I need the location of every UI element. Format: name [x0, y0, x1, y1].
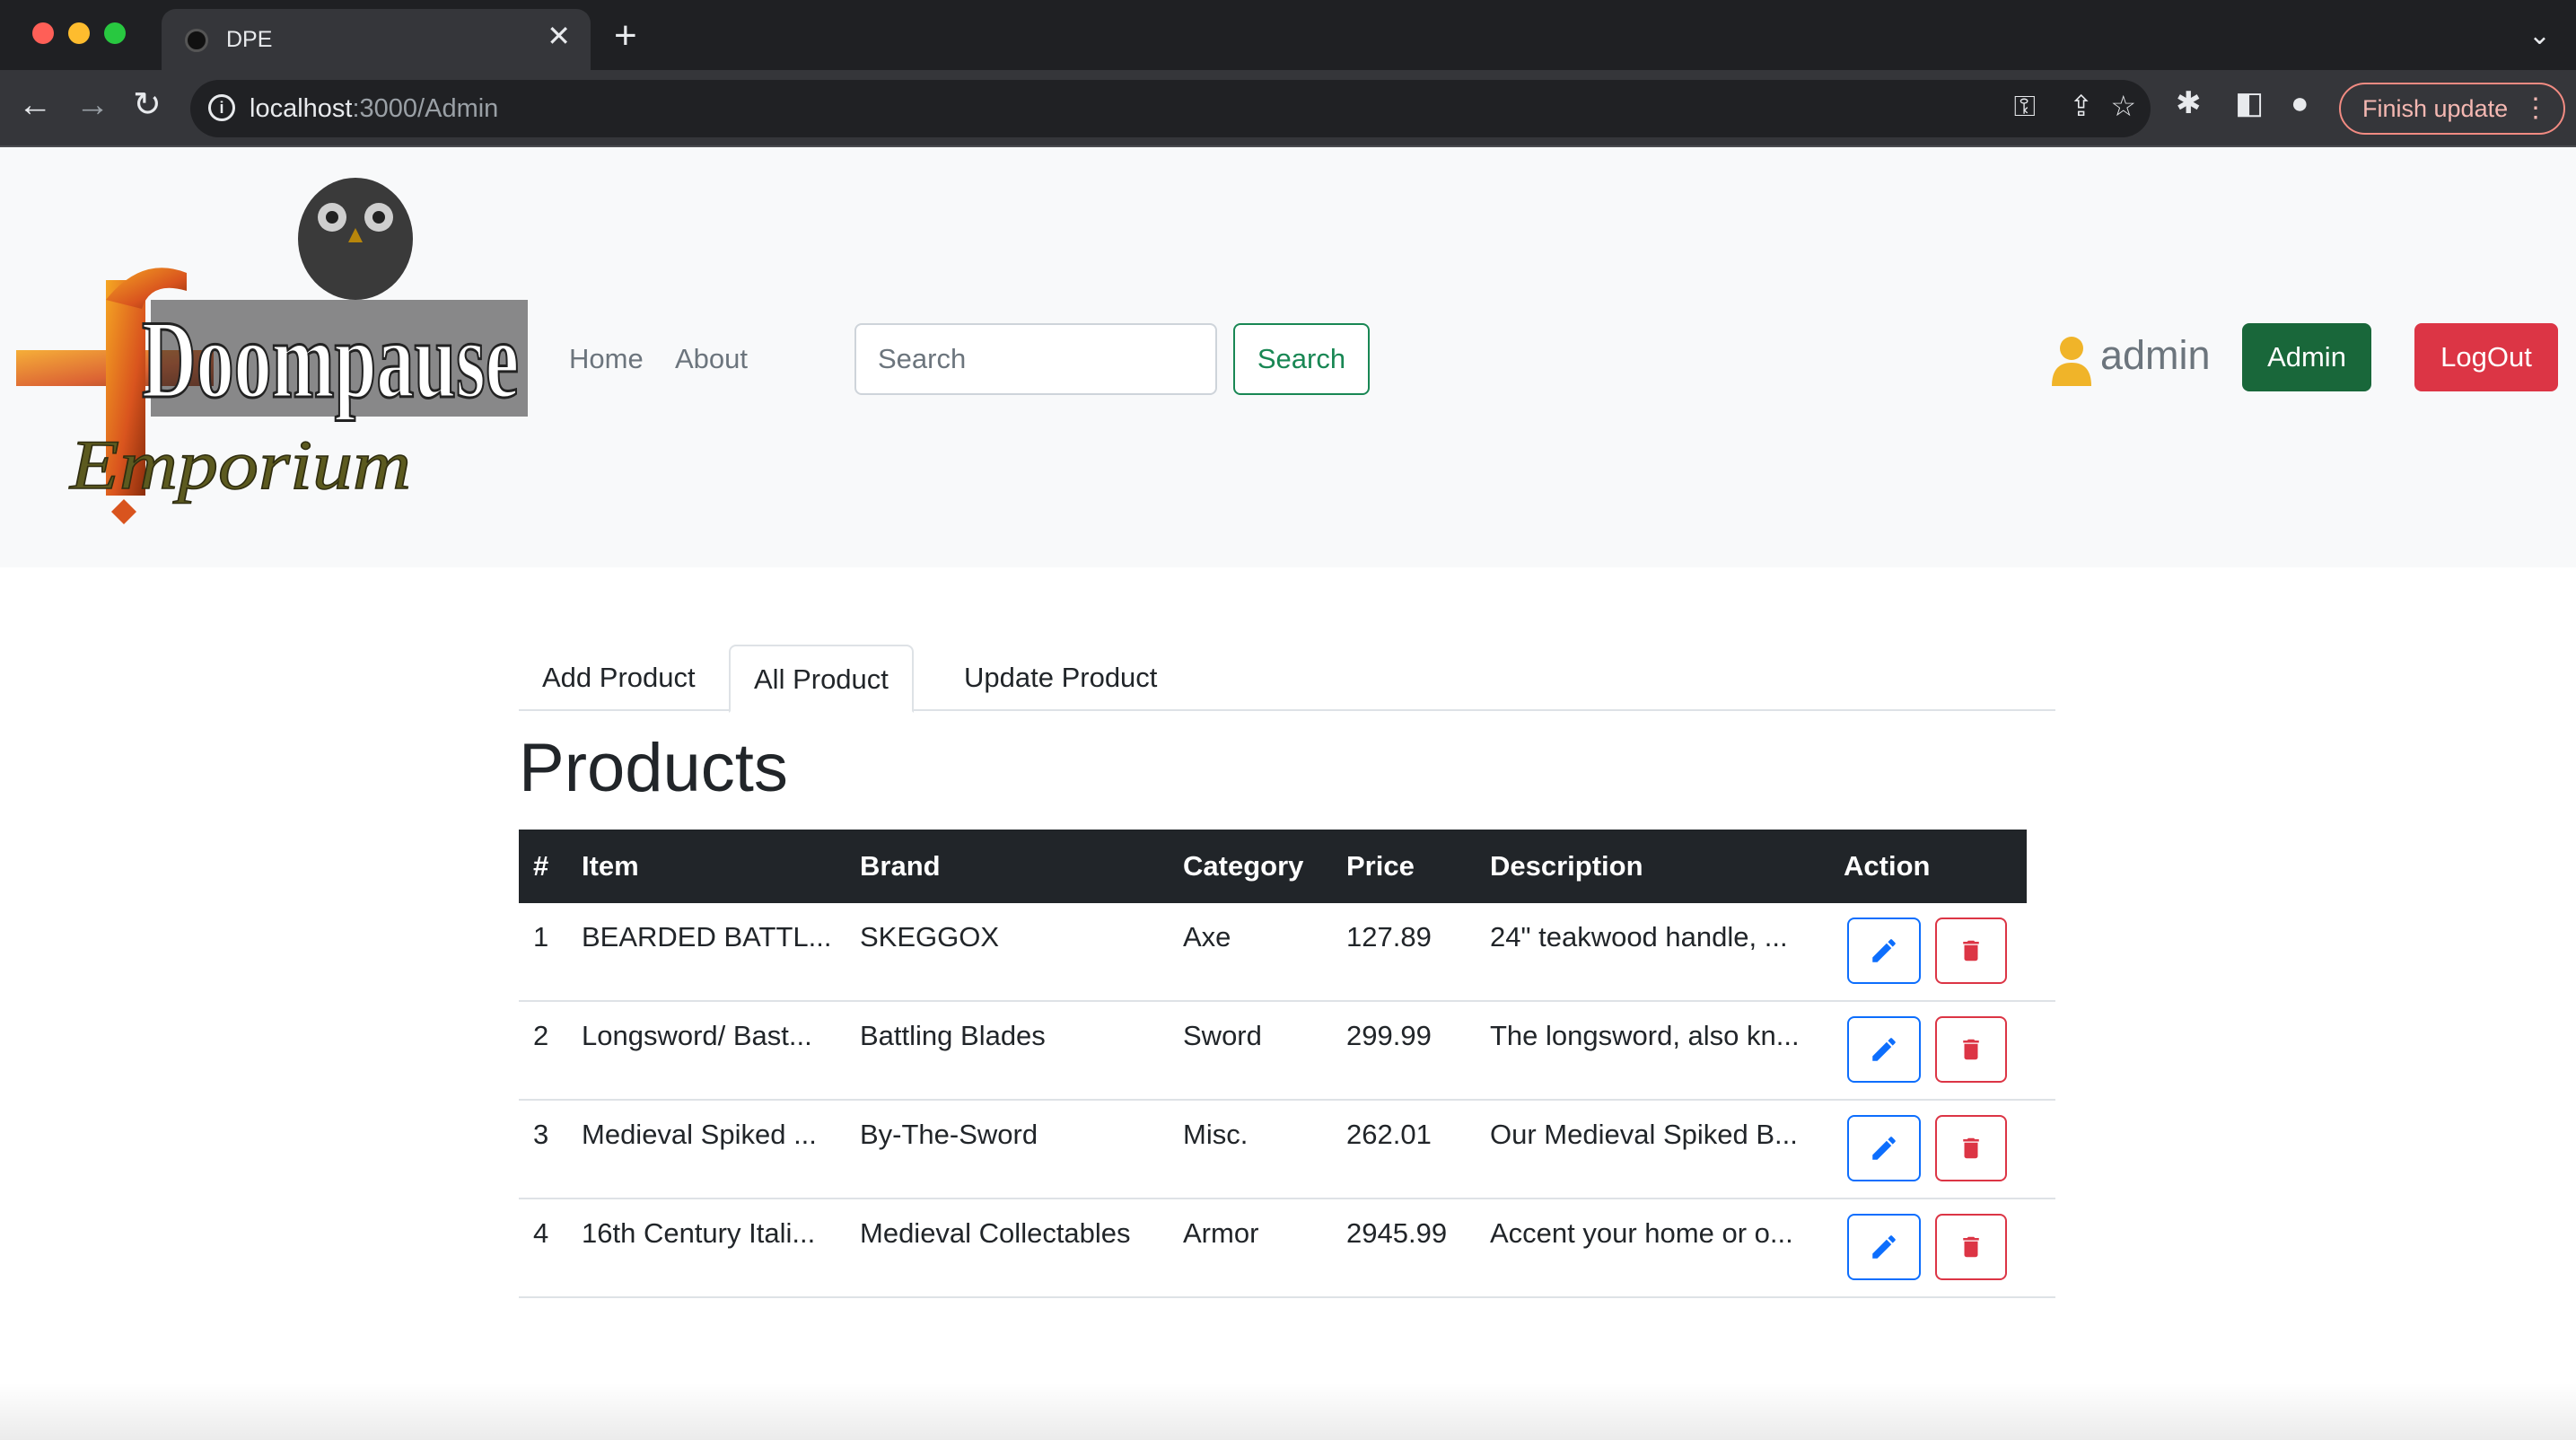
doompause-logo[interactable]: Doompause Emporium: [16, 174, 537, 551]
table-row: 3 Medieval Spiked ... By-The-Sword Misc.…: [519, 1101, 2055, 1199]
trash-icon: [1963, 940, 1979, 961]
cell-num: 2: [533, 1020, 549, 1051]
trash-icon: [1963, 1039, 1979, 1060]
col-header-action: Action: [1844, 850, 1931, 882]
tab-add-product[interactable]: Add Product: [519, 645, 719, 711]
pencil-icon: [1872, 1137, 1896, 1160]
url-host: localhost: [250, 94, 353, 123]
table-row: 1 BEARDED BATTL... SKEGGOX Axe 127.89 24…: [519, 903, 2055, 1002]
reload-icon[interactable]: ↻: [133, 88, 162, 122]
col-header-num: #: [533, 850, 549, 882]
new-tab-icon[interactable]: +: [614, 16, 637, 56]
cell-brand: Battling Blades: [860, 1020, 1046, 1051]
pencil-icon: [1872, 939, 1896, 962]
admin-button[interactable]: Admin: [2242, 323, 2371, 391]
cell-item: Longsword/ Bast...: [582, 1020, 812, 1051]
kebab-menu-icon: ⋮: [2522, 93, 2549, 123]
cell-price: 2945.99: [1346, 1217, 1448, 1249]
search-button[interactable]: Search: [1233, 323, 1370, 395]
profile-icon[interactable]: ●: [2291, 88, 2309, 119]
cell-brand: Medieval Collectables: [860, 1217, 1131, 1249]
forward-arrow-icon[interactable]: →: [75, 88, 110, 122]
cell-brand: SKEGGOX: [860, 921, 1000, 953]
site-navbar: Doompause Emporium Home About Search adm…: [0, 147, 2576, 567]
logo-subtitle: Emporium: [69, 426, 411, 504]
back-arrow-icon[interactable]: ←: [18, 88, 52, 122]
finish-update-button[interactable]: Finish update ⋮: [2339, 83, 2565, 135]
browser-tab-active[interactable]: DPE ✕: [162, 9, 591, 70]
cell-item: BEARDED BATTL...: [582, 921, 832, 953]
cell-num: 4: [533, 1217, 549, 1249]
pencil-icon: [1872, 1235, 1896, 1259]
browser-tab-strip: DPE ✕ + ⌄: [0, 0, 2576, 70]
share-icon[interactable]: ⇪: [2069, 92, 2093, 120]
edit-button[interactable]: [1847, 1016, 1921, 1083]
address-url[interactable]: localhost:3000/Admin: [250, 94, 498, 124]
cell-num: 1: [533, 921, 549, 953]
trash-icon: [1963, 1236, 1979, 1258]
password-key-icon[interactable]: ⚿: [2014, 92, 2036, 120]
logo-title: Doompause: [142, 298, 519, 421]
cell-item: 16th Century Itali...: [582, 1217, 816, 1249]
edit-button[interactable]: [1847, 1115, 1921, 1181]
search-input[interactable]: [854, 323, 1217, 395]
col-header-description: Description: [1490, 850, 1643, 882]
cell-description: The longsword, also kn...: [1490, 1020, 1800, 1051]
col-header-category: Category: [1183, 850, 1304, 882]
site-info-icon[interactable]: i: [208, 94, 235, 121]
logout-button[interactable]: LogOut: [2414, 323, 2558, 391]
table-row: 2 Longsword/ Bast... Battling Blades Swo…: [519, 1002, 2055, 1101]
address-bar[interactable]: i localhost:3000/Admin ⚿ ⇪ ☆: [190, 80, 2151, 137]
delete-button[interactable]: [1935, 1115, 2007, 1181]
page-title: Products: [519, 730, 788, 806]
cell-description: 24" teakwood handle, ...: [1490, 921, 1788, 953]
delete-button[interactable]: [1935, 1214, 2007, 1280]
browser-toolbar: ← → ↻ i localhost:3000/Admin ⚿ ⇪ ☆ ✱ ◧ ●…: [0, 70, 2576, 147]
table-header-row: # Item Brand Category Price Description …: [519, 830, 2027, 903]
product-tabs: Add Product All Product Update Product: [519, 645, 2055, 713]
window-close-button[interactable]: [32, 22, 54, 44]
tab-update-product[interactable]: Update Product: [941, 645, 1180, 711]
side-panel-icon[interactable]: ◧: [2235, 88, 2264, 119]
username-label: admin: [2100, 332, 2211, 378]
col-header-brand: Brand: [860, 850, 941, 882]
delete-button[interactable]: [1935, 1016, 2007, 1083]
edit-button[interactable]: [1847, 1214, 1921, 1280]
tab-search-chevron-icon[interactable]: ⌄: [2528, 20, 2551, 51]
cell-price: 262.01: [1346, 1119, 1432, 1150]
col-header-item: Item: [582, 850, 639, 882]
cell-description: Accent your home or o...: [1490, 1217, 1793, 1249]
url-path: :3000/Admin: [352, 94, 499, 123]
cell-brand: By-The-Sword: [860, 1119, 1038, 1150]
trash-icon: [1963, 1137, 1979, 1159]
nav-about-link[interactable]: About: [675, 343, 748, 375]
window-maximize-button[interactable]: [104, 22, 126, 44]
cell-price: 299.99: [1346, 1020, 1432, 1051]
col-header-price: Price: [1346, 850, 1415, 882]
tab-close-icon[interactable]: ✕: [547, 22, 571, 50]
favicon-icon: [185, 29, 208, 52]
extensions-puzzle-icon[interactable]: ✱: [2176, 88, 2202, 119]
window-minimize-button[interactable]: [68, 22, 90, 44]
window-bottom-shadow: [0, 1383, 2576, 1440]
cell-num: 3: [533, 1119, 549, 1150]
nav-home-link[interactable]: Home: [569, 343, 644, 375]
tab-title: DPE: [226, 27, 273, 52]
cell-description: Our Medieval Spiked B...: [1490, 1119, 1798, 1150]
bookmark-star-icon[interactable]: ☆: [2110, 92, 2136, 120]
cell-category: Misc.: [1183, 1119, 1249, 1150]
user-icon: [2052, 337, 2091, 386]
tab-all-product[interactable]: All Product: [729, 645, 914, 713]
edit-button[interactable]: [1847, 918, 1921, 984]
cell-category: Sword: [1183, 1020, 1262, 1051]
table-row: 4 16th Century Itali... Medieval Collect…: [519, 1199, 2055, 1298]
finish-update-label: Finish update: [2362, 95, 2509, 122]
pencil-icon: [1872, 1038, 1896, 1061]
cell-category: Armor: [1183, 1217, 1259, 1249]
cell-category: Axe: [1183, 921, 1231, 953]
cell-item: Medieval Spiked ...: [582, 1119, 817, 1150]
cell-price: 127.89: [1346, 921, 1432, 953]
delete-button[interactable]: [1935, 918, 2007, 984]
